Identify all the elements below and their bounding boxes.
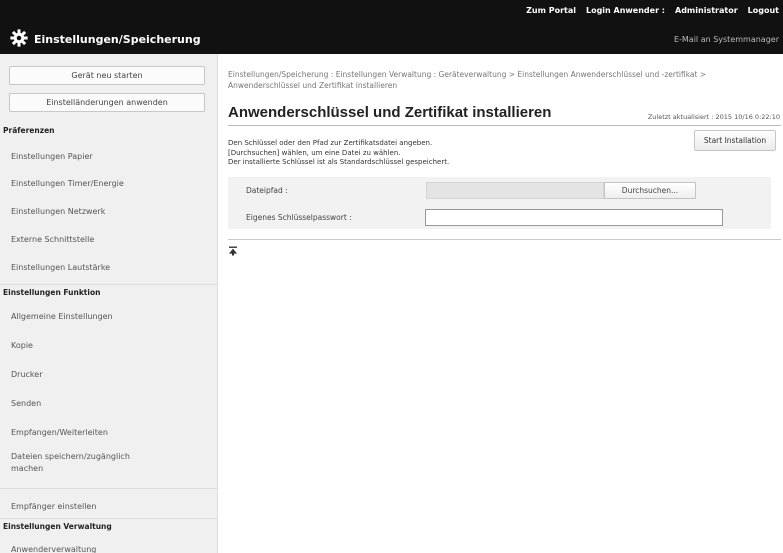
app-title: Einstellungen/Speicherung bbox=[34, 33, 201, 46]
sidebar-item-printer[interactable]: Drucker bbox=[11, 369, 211, 381]
portal-link[interactable]: Zum Portal bbox=[526, 6, 576, 15]
file-path-label: Dateipfad : bbox=[246, 186, 288, 195]
sidebar-divider bbox=[0, 284, 217, 285]
login-user-label: Login Anwender : bbox=[585, 6, 666, 15]
sidebar-heading-function: Einstellungen Funktion bbox=[3, 288, 101, 297]
file-path-field[interactable] bbox=[426, 182, 604, 199]
sidebar-heading-management: Einstellungen Verwaltung bbox=[3, 522, 112, 531]
description-line: [Durchsuchen] wählen, um eine Datei zu w… bbox=[228, 148, 401, 157]
sidebar-item-send[interactable]: Senden bbox=[11, 398, 211, 410]
top-header: Zum Portal Login Anwender : Administrato… bbox=[0, 0, 783, 54]
main-content: Einstellungen/Speicherung : Einstellunge… bbox=[218, 54, 783, 553]
sidebar-item-store-access-files[interactable]: Dateien speichern/zugänglich machen bbox=[11, 451, 161, 475]
mail-admin-link[interactable]: E-Mail an Systemmanager bbox=[674, 35, 779, 44]
description-line: Der installierte Schlüssel ist als Stand… bbox=[228, 158, 450, 166]
last-updated: Zuletzt aktualisiert : 2015 10/16 0:22:1… bbox=[647, 113, 780, 121]
sidebar-item-user-management[interactable]: Anwenderverwaltung bbox=[11, 544, 211, 553]
description: Den Schlüssel oder den Pfad zur Zertifik… bbox=[228, 139, 449, 168]
title-divider bbox=[228, 125, 781, 126]
sidebar: Gerät neu starten Einstelländerungen anw… bbox=[0, 54, 218, 553]
sidebar-item-external-interface[interactable]: Externe Schnittstelle bbox=[11, 234, 211, 246]
sidebar-item-general[interactable]: Allgemeine Einstellungen bbox=[11, 311, 211, 323]
password-label: Eigenes Schlüsselpasswort : bbox=[246, 213, 352, 222]
sidebar-item-recipient-settings[interactable]: Empfänger einstellen bbox=[11, 501, 211, 513]
logout-link[interactable]: Logout bbox=[748, 6, 779, 15]
bottom-divider bbox=[228, 239, 781, 240]
sidebar-item-receive-forward[interactable]: Empfangen/Weiterleiten bbox=[11, 427, 211, 439]
description-line: Den Schlüssel oder den Pfad zur Zertifik… bbox=[228, 139, 433, 147]
sidebar-item-network[interactable]: Einstellungen Netzwerk bbox=[11, 206, 211, 218]
user-name: Administrator bbox=[675, 6, 738, 15]
page-title: Anwenderschlüssel und Zertifikat install… bbox=[228, 104, 552, 121]
sidebar-divider bbox=[0, 488, 217, 489]
sidebar-divider bbox=[0, 518, 217, 519]
start-installation-button[interactable]: Start Installation bbox=[694, 130, 776, 151]
to-top-icon[interactable] bbox=[228, 246, 238, 256]
apply-changes-button[interactable]: Einstelländerungen anwenden bbox=[9, 93, 205, 112]
install-form: Dateipfad : Durchsuchen... Eigenes Schlü… bbox=[228, 177, 771, 229]
header-links: Zum Portal Login Anwender : Administrato… bbox=[526, 6, 779, 15]
browse-button[interactable]: Durchsuchen... bbox=[604, 182, 696, 199]
key-password-input[interactable] bbox=[425, 209, 723, 226]
breadcrumb[interactable]: Einstellungen/Speicherung : Einstellunge… bbox=[228, 69, 778, 91]
restart-device-button[interactable]: Gerät neu starten bbox=[9, 66, 205, 85]
sidebar-item-timer-energy[interactable]: Einstellungen Timer/Energie bbox=[11, 178, 211, 190]
sidebar-item-volume[interactable]: Einstellungen Lautstärke bbox=[11, 262, 211, 274]
sidebar-heading-preferences: Präferenzen bbox=[3, 126, 55, 135]
sidebar-item-copy[interactable]: Kopie bbox=[11, 340, 211, 352]
gear-icon bbox=[10, 29, 28, 47]
sidebar-item-paper[interactable]: Einstellungen Papier bbox=[11, 151, 211, 163]
